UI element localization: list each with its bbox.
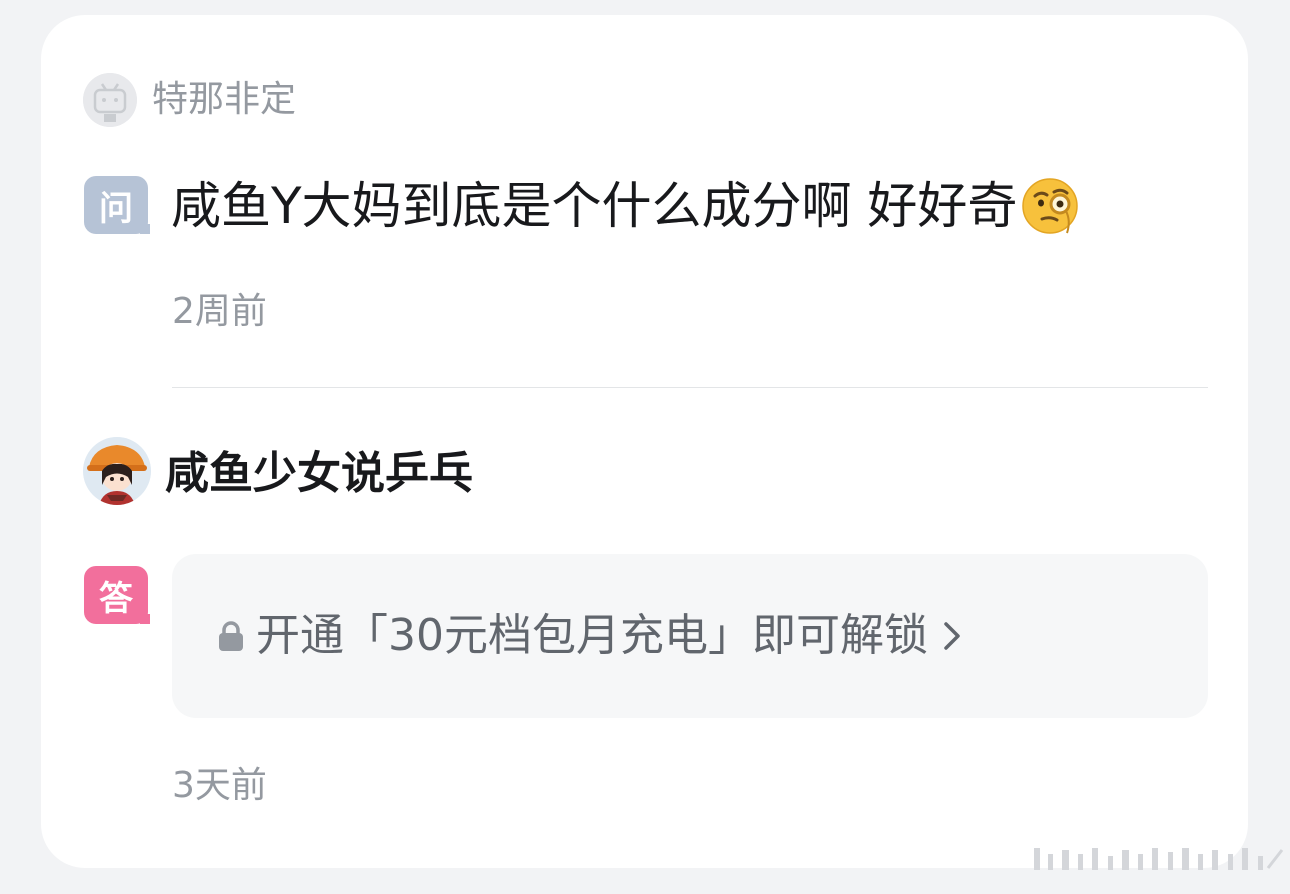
asker-name[interactable]: 特那非定 [152,76,296,124]
qa-card [41,15,1248,868]
unlock-prompt: 开通「30元档包月充电」即可解锁 [256,610,928,661]
question-text: 咸鱼Y大妈到底是个什么成分啊 好好奇 [171,174,1079,238]
locked-answer-unlock-button[interactable]: 开通「30元档包月充电」即可解锁 [172,554,1208,718]
answerer-avatar[interactable] [83,437,151,505]
anime-girl-avatar-icon [83,437,151,505]
default-avatar-icon [83,73,137,127]
question-badge: 问 [84,176,150,234]
face-with-monocle-icon [1022,178,1079,234]
answer-time: 3天前 [172,765,267,806]
watermark-icon [1034,848,1284,870]
answerer-name[interactable]: 咸鱼少女说乒乓 [165,446,473,502]
chevron-right-icon [944,622,960,650]
question-time: 2周前 [172,291,267,332]
lock-icon [219,621,243,651]
divider [172,387,1208,388]
question-content: 咸鱼Y大妈到底是个什么成分啊 好好奇 [171,177,1018,235]
answer-badge: 答 [84,566,150,624]
asker-avatar[interactable] [83,73,137,127]
